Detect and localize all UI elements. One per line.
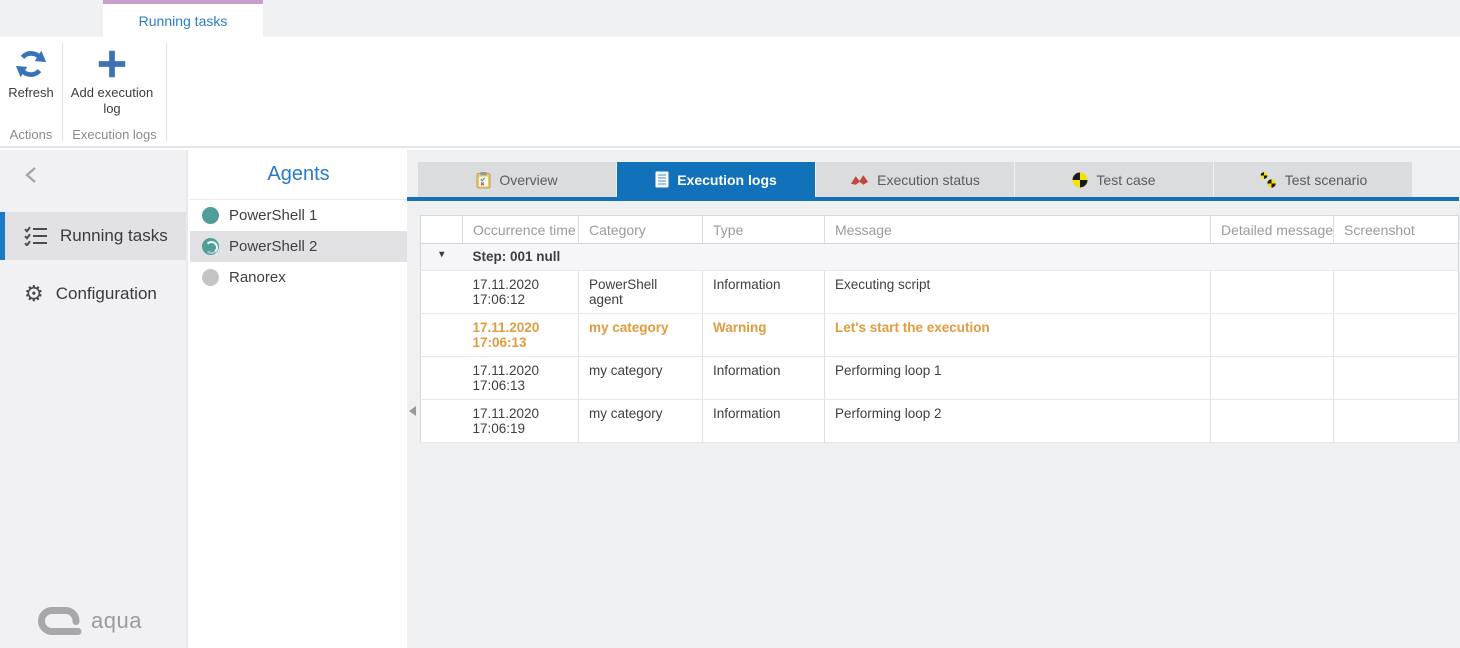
- cell-occurrence-time: 17.11.2020 17:06:13: [463, 357, 579, 400]
- tab-execution-logs[interactable]: Execution logs: [617, 162, 815, 197]
- column-header-occurrence-time[interactable]: Occurrence time: [463, 216, 579, 244]
- sidebar-item-running-tasks[interactable]: Running tasks: [0, 212, 186, 260]
- agent-name: Ranorex: [229, 269, 286, 286]
- sidebar-item-configuration[interactable]: ⚙ Configuration: [0, 270, 186, 318]
- agent-item-powershell-2[interactable]: PowerShell 2: [190, 231, 407, 262]
- cell-detailed-message: [1211, 314, 1334, 357]
- cell-detailed-message: [1211, 357, 1334, 400]
- chevron-left-icon: [24, 166, 42, 184]
- ribbon-tab-running-tasks[interactable]: Running tasks: [103, 0, 263, 37]
- cell-occurrence-time: 17.11.2020 17:06:13: [463, 314, 579, 357]
- sidebar-item-label: Running tasks: [60, 226, 168, 246]
- cell-screenshot: [1334, 271, 1459, 314]
- refresh-icon: [14, 47, 48, 81]
- table-header-row: Occurrence time Category Type Message De…: [421, 216, 1459, 244]
- table-row[interactable]: 17.11.2020 17:06:13 my category Informat…: [421, 357, 1459, 400]
- cell-category: my category: [579, 357, 703, 400]
- table-row[interactable]: 17.11.2020 17:06:19 my category Informat…: [421, 400, 1459, 443]
- tab-label: Execution status: [877, 172, 980, 188]
- column-header-category[interactable]: Category: [579, 216, 703, 244]
- sidebar-item-label: Configuration: [56, 284, 157, 304]
- cell-screenshot: [1334, 400, 1459, 443]
- group-row-label: Step: 001 null: [463, 244, 1459, 271]
- tab-test-scenario[interactable]: Test scenario: [1214, 162, 1412, 197]
- clipboard-icon: [476, 171, 491, 189]
- tab-overview[interactable]: Overview: [418, 162, 616, 197]
- agents-panel: Agents PowerShell 1 PowerShell 2 Ranorex: [190, 150, 407, 648]
- plus-icon: [95, 47, 129, 81]
- ribbon-group-actions-label: Actions: [0, 127, 62, 142]
- aqua-logo-icon: [38, 604, 82, 638]
- cell-category: PowerShell agent: [579, 271, 703, 314]
- cell-message: Performing loop 2: [825, 400, 1211, 443]
- agents-panel-title: Agents: [190, 150, 407, 200]
- expander-column-header: [421, 216, 463, 244]
- test-case-crash-dummy-icon: [1072, 172, 1088, 188]
- cell-message: Executing script: [825, 271, 1211, 314]
- collapse-group-icon[interactable]: ▾: [421, 244, 463, 271]
- content-tab-strip: Overview Execution logs Execution status: [418, 162, 1413, 197]
- document-lines-icon: [655, 171, 669, 188]
- tab-label: Test case: [1096, 172, 1155, 188]
- gear-icon: ⚙: [24, 283, 44, 305]
- column-header-type[interactable]: Type: [703, 216, 825, 244]
- app-logo: aqua: [38, 604, 142, 638]
- cell-type: Warning: [703, 314, 825, 357]
- cell-occurrence-time: 17.11.2020 17:06:19: [463, 400, 579, 443]
- test-scenario-crash-dummy-icon: [1259, 171, 1277, 189]
- cell-type: Information: [703, 271, 825, 314]
- splitter-collapse-icon[interactable]: [409, 406, 416, 416]
- ribbon: Refresh Add execution log Actions Execut…: [0, 37, 1460, 148]
- status-activity-icon: [850, 174, 869, 186]
- refresh-button[interactable]: Refresh: [2, 47, 60, 101]
- cell-screenshot: [1334, 314, 1459, 357]
- add-execution-log-label: Add execution log: [64, 85, 160, 118]
- cell-type: Information: [703, 400, 825, 443]
- ribbon-separator: [166, 43, 167, 141]
- column-header-screenshot[interactable]: Screenshot: [1334, 216, 1459, 244]
- tab-execution-status[interactable]: Execution status: [816, 162, 1014, 197]
- main-content: Overview Execution logs Execution status: [407, 150, 1460, 648]
- execution-log-table: Occurrence time Category Type Message De…: [420, 215, 1459, 443]
- column-header-detailed-message[interactable]: Detailed message: [1211, 216, 1334, 244]
- cell-message: Performing loop 1: [825, 357, 1211, 400]
- cell-message: Let's start the execution: [825, 314, 1211, 357]
- sidebar: Running tasks ⚙ Configuration aqua: [0, 150, 188, 648]
- refresh-label: Refresh: [8, 85, 54, 101]
- agent-status-online-icon: [202, 207, 219, 224]
- agent-item-powershell-1[interactable]: PowerShell 1: [190, 200, 407, 231]
- cell-type: Information: [703, 357, 825, 400]
- active-tab-underline: [407, 197, 1459, 201]
- tab-label: Test scenario: [1285, 172, 1367, 188]
- agent-status-busy-spinner-icon: [202, 238, 219, 255]
- column-header-message[interactable]: Message: [825, 216, 1211, 244]
- tab-test-case[interactable]: Test case: [1015, 162, 1213, 197]
- add-execution-log-button[interactable]: Add execution log: [64, 47, 160, 118]
- cell-detailed-message: [1211, 400, 1334, 443]
- cell-category: my category: [579, 400, 703, 443]
- table-row-warning[interactable]: 17.11.2020 17:06:13 my category Warning …: [421, 314, 1459, 357]
- ribbon-group-execution-logs-label: Execution logs: [63, 127, 166, 142]
- task-list-icon: [24, 226, 48, 246]
- cell-detailed-message: [1211, 271, 1334, 314]
- agent-name: PowerShell 2: [229, 238, 317, 255]
- agent-status-offline-icon: [202, 269, 219, 286]
- tab-label: Overview: [499, 172, 557, 188]
- collapse-back-button[interactable]: [24, 166, 42, 184]
- agent-name: PowerShell 1: [229, 207, 317, 224]
- table-row[interactable]: 17.11.2020 17:06:12 PowerShell agent Inf…: [421, 271, 1459, 314]
- cell-category: my category: [579, 314, 703, 357]
- app-logo-text: aqua: [91, 608, 142, 634]
- ribbon-tab-strip: Main Running tasks: [0, 0, 1460, 37]
- cell-occurrence-time: 17.11.2020 17:06:12: [463, 271, 579, 314]
- agent-item-ranorex[interactable]: Ranorex: [190, 262, 407, 293]
- tab-label: Execution logs: [677, 172, 777, 188]
- group-row-step-001[interactable]: ▾ Step: 001 null: [421, 244, 1459, 271]
- cell-screenshot: [1334, 357, 1459, 400]
